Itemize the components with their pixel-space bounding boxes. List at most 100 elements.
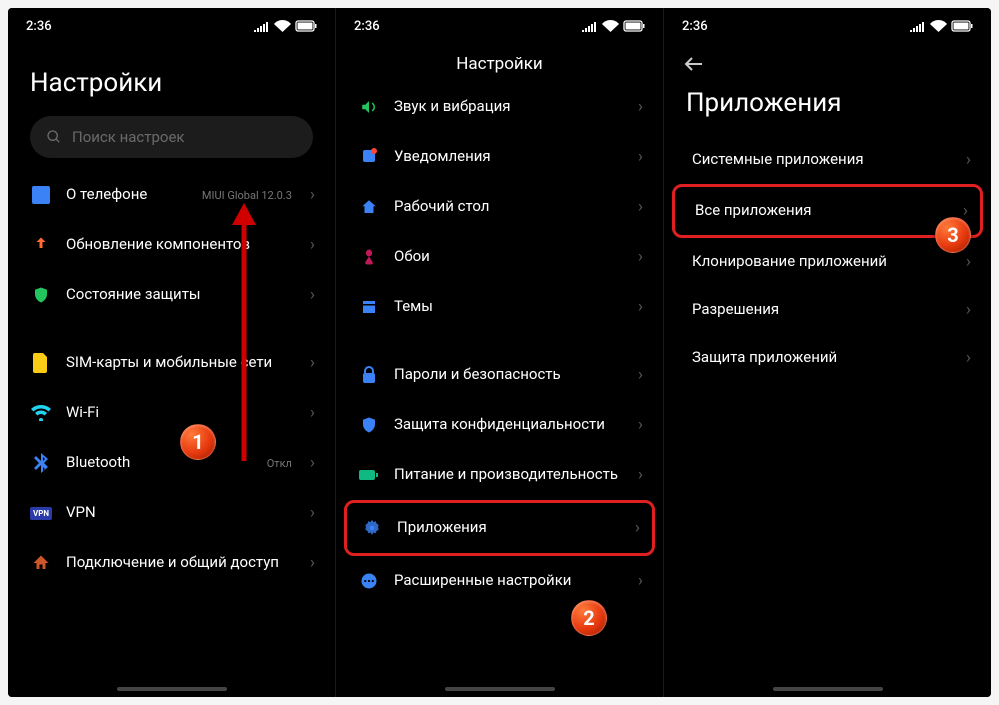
item-label: Системные приложения (692, 150, 966, 170)
shield-icon (30, 284, 52, 306)
status-bar: 2:36 (664, 8, 991, 44)
chevron-right-icon: › (966, 300, 971, 320)
page-title: Настройки (336, 44, 663, 82)
status-icons (582, 20, 645, 32)
chevron-right-icon: › (638, 97, 643, 117)
search-placeholder: Поиск настроек (72, 128, 185, 146)
apps-list: Системные приложения › Все приложения › … (664, 136, 991, 382)
item-app-lock[interactable]: Защита приложений › (664, 334, 991, 382)
share-icon (30, 552, 52, 574)
chevron-right-icon: › (635, 518, 640, 538)
item-vpn[interactable]: VPN VPN › (8, 488, 335, 538)
status-time: 2:36 (26, 19, 52, 34)
status-time: 2:36 (354, 19, 380, 34)
item-label: Обновление компонентов (66, 235, 296, 255)
item-advanced[interactable]: Расширенные настройки › (336, 556, 663, 606)
step-badge-2: 2 (571, 600, 607, 636)
item-label: Wi-Fi (66, 403, 296, 423)
item-passwords[interactable]: Пароли и безопасность › (336, 350, 663, 400)
page-title: Настройки (8, 44, 335, 116)
apps-screen: 2:36 Приложения Системные приложения › В… (664, 8, 991, 697)
home-indicator[interactable] (117, 687, 227, 691)
item-label: SIM-карты и мобильные сети (66, 353, 296, 373)
item-label: Расширенные настройки (394, 571, 624, 591)
bluetooth-icon (30, 452, 52, 474)
item-label: Все приложения (695, 201, 963, 221)
chevron-right-icon: › (966, 252, 971, 272)
chevron-right-icon: › (638, 365, 643, 385)
item-bluetooth[interactable]: Bluetooth Откл › (8, 438, 335, 488)
item-label: Пароли и безопасность (394, 365, 624, 385)
chevron-right-icon: › (638, 465, 643, 485)
lock-icon (358, 364, 380, 386)
home-indicator[interactable] (773, 687, 883, 691)
battery-icon (358, 464, 380, 486)
notification-icon (358, 146, 380, 168)
privacy-icon (358, 414, 380, 436)
item-privacy[interactable]: Защита конфиденциальности › (336, 400, 663, 450)
highlight-apps: Приложения › (344, 500, 655, 556)
item-permissions[interactable]: Разрешения › (664, 286, 991, 334)
chevron-right-icon: › (310, 235, 315, 255)
gear-icon (361, 517, 383, 539)
item-label: Защита конфиденциальности (394, 415, 624, 435)
search-input[interactable]: Поиск настроек (30, 116, 313, 158)
step-badge-3: 3 (935, 217, 971, 253)
chevron-right-icon: › (963, 201, 968, 221)
item-share[interactable]: Подключение и общий доступ › (8, 538, 335, 588)
phone-icon (30, 184, 52, 206)
back-button[interactable] (680, 50, 708, 78)
chevron-right-icon: › (310, 353, 315, 373)
chevron-right-icon: › (966, 348, 971, 368)
item-security[interactable]: Состояние защиты › (8, 270, 335, 320)
item-label: Обои (394, 247, 624, 267)
item-battery[interactable]: Питание и производительность › (336, 450, 663, 500)
status-bar: 2:36 (8, 8, 335, 44)
search-icon (46, 129, 62, 145)
step-badge-1: 1 (180, 424, 216, 460)
item-label: Состояние защиты (66, 285, 296, 305)
item-system-apps[interactable]: Системные приложения › (664, 136, 991, 184)
status-time: 2:36 (682, 19, 708, 34)
sim-icon (30, 352, 52, 374)
chevron-right-icon: › (310, 403, 315, 423)
item-wallpaper[interactable]: Обои › (336, 232, 663, 282)
chevron-right-icon: › (310, 453, 315, 473)
item-home-screen[interactable]: Рабочий стол › (336, 182, 663, 232)
item-notifications[interactable]: Уведомления › (336, 132, 663, 182)
wifi-icon (30, 402, 52, 424)
settings-list: Звук и вибрация › Уведомления › Рабочий … (336, 82, 663, 606)
more-icon (358, 570, 380, 592)
item-apps[interactable]: Приложения › (347, 503, 652, 553)
themes-icon (358, 296, 380, 318)
item-label: Клонирование приложений (692, 252, 966, 272)
item-label: Подключение и общий доступ (66, 553, 296, 573)
update-icon (30, 234, 52, 256)
wallpaper-icon (358, 246, 380, 268)
chevron-right-icon: › (638, 297, 643, 317)
home-indicator[interactable] (445, 687, 555, 691)
chevron-right-icon: › (638, 571, 643, 591)
page-title: Приложения (664, 84, 991, 136)
chevron-right-icon: › (966, 150, 971, 170)
item-all-apps[interactable]: Все приложения › (675, 187, 980, 235)
item-label: Рабочий стол (394, 197, 624, 217)
item-label: Bluetooth (66, 453, 253, 473)
item-label: Питание и производительность (394, 465, 624, 485)
sound-icon (358, 96, 380, 118)
settings-scrolled-screen: 2:36 Настройки Звук и вибрация › Уведомл… (335, 8, 664, 697)
status-icons (254, 20, 317, 32)
status-bar: 2:36 (336, 8, 663, 44)
item-updates[interactable]: Обновление компонентов › (8, 220, 335, 270)
settings-list: О телефоне MIUI Global 12.0.3 › Обновлен… (8, 170, 335, 588)
chevron-right-icon: › (638, 247, 643, 267)
item-about-phone[interactable]: О телефоне MIUI Global 12.0.3 › (8, 170, 335, 220)
vpn-icon: VPN (30, 502, 52, 524)
item-sound[interactable]: Звук и вибрация › (336, 82, 663, 132)
chevron-right-icon: › (310, 185, 315, 205)
item-themes[interactable]: Темы › (336, 282, 663, 332)
home-icon (358, 196, 380, 218)
item-sim[interactable]: SIM-карты и мобильные сети › (8, 338, 335, 388)
item-wifi[interactable]: Wi-Fi › (8, 388, 335, 438)
item-label: Разрешения (692, 300, 966, 320)
